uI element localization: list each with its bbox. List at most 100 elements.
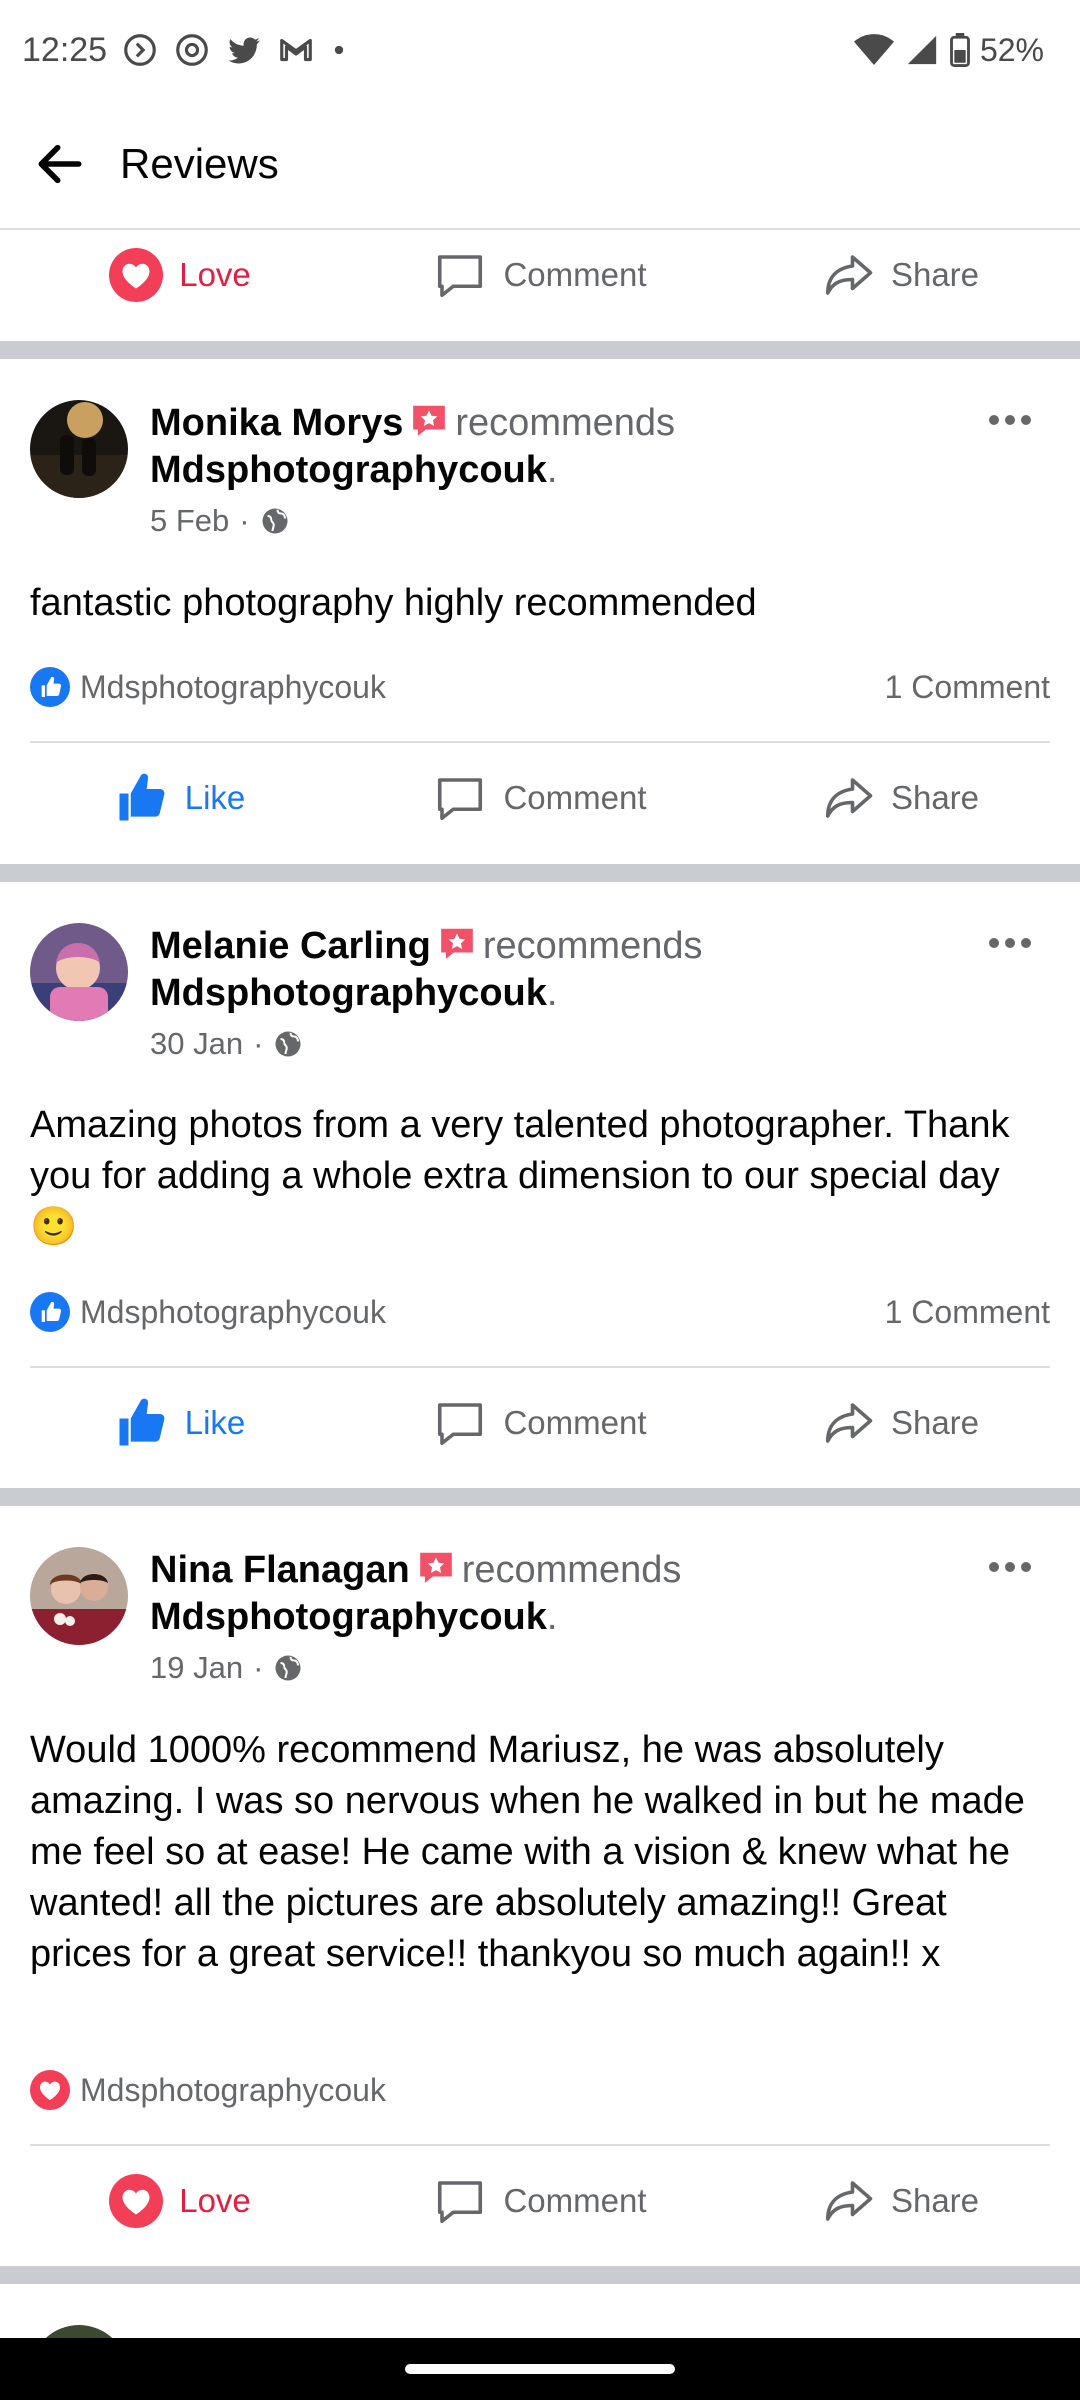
twitter-icon: [228, 37, 260, 64]
post-separator: [0, 864, 1080, 882]
page-name-link[interactable]: Mdsphotographycouk: [150, 1596, 547, 1638]
status-left: 12:25: [22, 31, 349, 70]
comment-label: Comment: [503, 2182, 647, 2219]
avatar[interactable]: [30, 1547, 128, 1645]
like-button[interactable]: Like: [0, 1368, 360, 1478]
comment-button[interactable]: Comment: [360, 1368, 720, 1478]
share-button[interactable]: Share: [720, 1368, 1080, 1478]
author-name[interactable]: Melanie Carling: [150, 925, 431, 967]
reactions-summary: Mdsphotographycouk 1 Comment: [30, 1287, 1050, 1337]
status-bar: 12:25 52%: [0, 0, 1080, 100]
recommends-text: recommends: [461, 1549, 682, 1591]
post-separator: [0, 2266, 1080, 2284]
reactor-name: Mdsphotographycouk: [80, 2071, 386, 2108]
signal-icon: [907, 35, 937, 65]
status-right: 52%: [853, 32, 1044, 69]
share-icon: [825, 778, 873, 818]
avatar[interactable]: [30, 400, 128, 498]
comment-icon: [438, 2181, 483, 2224]
recommends-text: recommends: [482, 925, 703, 967]
post-text: fantastic photography highly recommended: [30, 582, 757, 624]
more-dots-icon: [989, 415, 1031, 425]
reactions-summary: Mdsphotographycouk 1 Comment: [30, 662, 1050, 712]
back-arrow-icon: [38, 144, 82, 184]
reactors[interactable]: Mdsphotographycouk: [30, 667, 386, 707]
meta-separator: ·: [253, 1026, 264, 1061]
post-header: Melanie Carling recommends Mdsphotography…: [150, 923, 960, 1017]
share-label: Share: [890, 2182, 980, 2219]
share-icon: [825, 255, 873, 295]
love-reaction-icon: [109, 248, 164, 302]
period: .: [546, 972, 558, 1014]
love-reaction-icon: [30, 2070, 70, 2110]
gmail-icon: [280, 38, 312, 62]
author-name[interactable]: Nina Flanagan: [150, 1549, 410, 1591]
share-label: Share: [890, 779, 980, 816]
more-options-button[interactable]: [980, 923, 1040, 963]
page-name-link[interactable]: Mdsphotographycouk: [150, 449, 547, 491]
comment-icon: [438, 1403, 483, 1446]
share-icon: [825, 1403, 873, 1443]
globe-icon: [275, 1031, 301, 1057]
post-text: Would 1000% recommend Mariusz, he was ab…: [30, 1729, 1025, 1975]
post-separator: [0, 341, 1080, 359]
dot-icon: [334, 45, 344, 55]
more-options-button[interactable]: [980, 1547, 1040, 1587]
sync-icon: [124, 34, 156, 66]
post-date[interactable]: 5 Feb: [150, 503, 229, 539]
post-text: Amazing photos from a very talented phot…: [30, 1104, 1010, 1248]
comment-button[interactable]: Comment: [360, 2146, 720, 2256]
meta-separator: ·: [239, 503, 250, 538]
action-row: Like Comment Share: [0, 743, 1080, 853]
system-nav-bar: [0, 2338, 1080, 2400]
reactor-name: Mdsphotographycouk: [80, 668, 386, 705]
post-date[interactable]: 19 Jan: [150, 1650, 243, 1686]
comment-button[interactable]: Comment: [360, 220, 720, 330]
like-thumb-icon: [119, 1398, 165, 1446]
period: .: [546, 1596, 558, 1638]
love-reaction-icon: [109, 2174, 164, 2228]
like-label: Like: [184, 1404, 246, 1441]
post-meta: 30 Jan ·: [150, 1026, 303, 1062]
post-separator: [0, 1488, 1080, 1506]
avatar[interactable]: [30, 923, 128, 1021]
more-options-button[interactable]: [980, 400, 1040, 440]
globe-icon: [262, 508, 288, 534]
like-label: Like: [184, 779, 246, 816]
battery-icon: [950, 33, 970, 67]
share-label: Share: [890, 256, 980, 293]
comment-count[interactable]: 1 Comment: [885, 669, 1050, 706]
post-date[interactable]: 30 Jan: [150, 1026, 243, 1062]
post-meta: 5 Feb ·: [150, 503, 290, 539]
love-button[interactable]: Love: [0, 220, 360, 330]
recommend-badge-icon: [419, 1552, 452, 1583]
share-icon: [825, 2181, 873, 2221]
comment-button[interactable]: Comment: [360, 743, 720, 853]
share-button[interactable]: Share: [720, 2146, 1080, 2256]
love-label: Love: [179, 2182, 251, 2219]
comment-label: Comment: [503, 256, 647, 293]
like-button[interactable]: Like: [0, 743, 360, 853]
action-row: Like Comment Share: [0, 1368, 1080, 1478]
page-title: Reviews: [120, 140, 279, 187]
author-name[interactable]: Monika Morys: [150, 402, 403, 444]
page-name-link[interactable]: Mdsphotographycouk: [150, 972, 547, 1014]
comment-count[interactable]: 1 Comment: [885, 1294, 1050, 1331]
love-label: Love: [179, 256, 251, 293]
share-button[interactable]: Share: [720, 220, 1080, 330]
like-reaction-icon: [30, 667, 70, 707]
app-header: Reviews: [0, 100, 1080, 230]
post-header: Nina Flanagan recommends Mdsphotographyco…: [150, 1547, 960, 1641]
reactors[interactable]: Mdsphotographycouk: [30, 2070, 386, 2110]
back-button[interactable]: [0, 99, 120, 229]
love-button[interactable]: Love: [0, 2146, 360, 2256]
post-meta: 19 Jan ·: [150, 1650, 303, 1686]
recommends-text: recommends: [455, 402, 676, 444]
home-gesture-handle[interactable]: [405, 2364, 675, 2374]
period: .: [546, 449, 558, 491]
share-button[interactable]: Share: [720, 743, 1080, 853]
like-thumb-icon: [119, 773, 165, 821]
post-header: Monika Morys recommends Mdsphotographycou…: [150, 400, 960, 494]
reactors[interactable]: Mdsphotographycouk: [30, 1292, 386, 1332]
status-time: 12:25: [22, 30, 108, 69]
